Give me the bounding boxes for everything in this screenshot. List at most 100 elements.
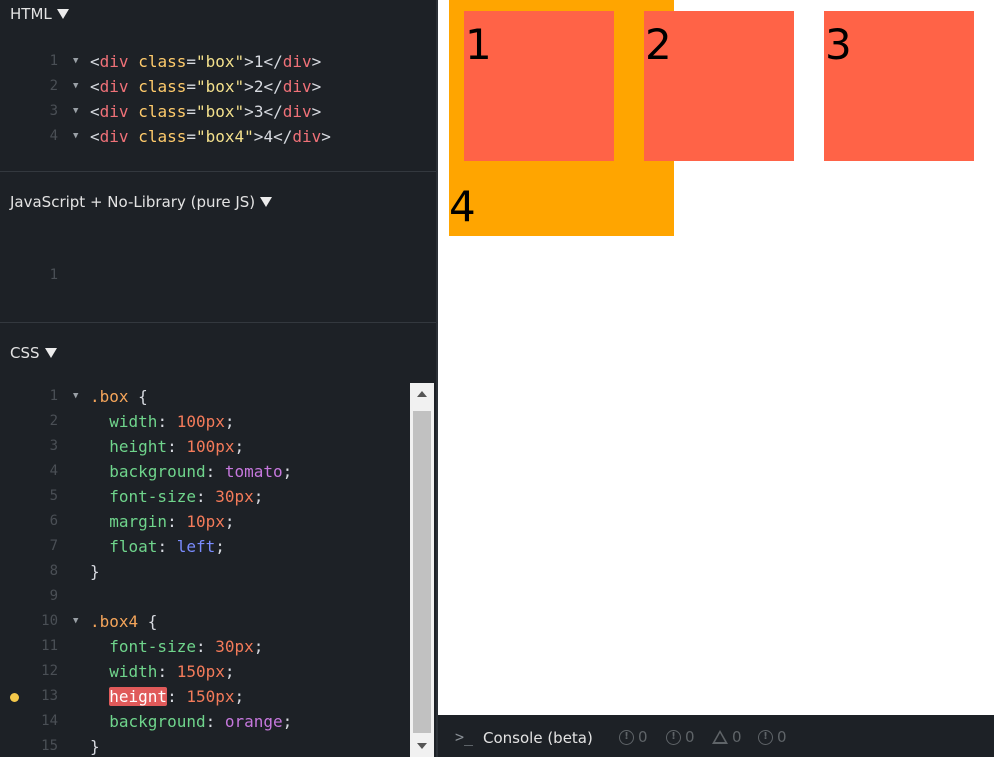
code-text: .box { xyxy=(90,384,148,409)
box-1: 1 xyxy=(464,11,614,161)
code-token: "box" xyxy=(196,77,245,96)
code-text: width: 100px; xyxy=(109,412,235,431)
caret-down-icon xyxy=(44,348,57,358)
line-number: 6 xyxy=(49,513,58,529)
code-token: 2 xyxy=(253,77,264,96)
code-text: background: tomato; xyxy=(109,462,293,481)
js-code-editor[interactable]: 1 xyxy=(0,238,436,283)
html-panel-title: HTML xyxy=(10,5,52,23)
css-value: left xyxy=(176,537,216,556)
css-property: height xyxy=(109,437,168,456)
code-token: </ xyxy=(263,102,283,121)
code-token: > xyxy=(244,102,254,121)
fold-arrow-icon[interactable]: ▼ xyxy=(73,384,78,409)
code-token: class xyxy=(138,127,187,146)
css-property: font-size xyxy=(109,637,196,656)
code-token: < xyxy=(90,127,100,146)
code-text: height: 100px; xyxy=(109,437,245,456)
html-panel-header[interactable]: HTML xyxy=(10,5,69,23)
code-text: } xyxy=(90,559,100,584)
code-token: </ xyxy=(263,52,283,71)
error-count[interactable]: ! 0 xyxy=(619,728,648,746)
box-label: 1 xyxy=(465,20,492,69)
error-count-value: 0 xyxy=(638,728,648,746)
code-text: <div class="box4">4</div> xyxy=(90,124,331,149)
css-property: heignt xyxy=(109,687,168,706)
css-code-editor[interactable]: 1 ▼ .box {2 width: 100px; 3 height: 100px; 4… xyxy=(0,384,410,757)
code-text: float: left; xyxy=(109,537,225,556)
line-number: 1 xyxy=(49,267,58,283)
code-token: 1 xyxy=(253,52,264,71)
code-token: "box4" xyxy=(196,127,254,146)
code-token: > xyxy=(253,127,264,146)
scroll-thumb[interactable] xyxy=(413,411,431,733)
info-count-value: 0 xyxy=(685,728,695,746)
error-icon: ! xyxy=(619,729,634,745)
fold-arrow-icon[interactable]: ▼ xyxy=(73,74,78,99)
css-panel-header[interactable]: CSS xyxy=(10,344,57,362)
line-number: 11 xyxy=(41,638,58,654)
code-line: 10 ▼ .box4 { xyxy=(0,609,410,634)
code-line: 2 width: 100px; xyxy=(0,409,410,434)
code-text: font-size: 30px; xyxy=(109,637,264,656)
info-count[interactable]: ! 0 xyxy=(666,728,695,746)
fold-arrow-icon[interactable]: ▼ xyxy=(73,609,78,634)
log-icon: ! xyxy=(758,729,773,745)
fold-arrow-icon[interactable]: ▼ xyxy=(73,99,78,124)
log-count[interactable]: ! 0 xyxy=(758,728,787,746)
css-scrollbar[interactable] xyxy=(410,383,434,757)
warning-count[interactable]: 0 xyxy=(712,728,742,746)
code-line: 12 width: 150px; xyxy=(0,659,410,684)
code-text: <div class="box">2</div> xyxy=(90,74,321,99)
caret-down-icon xyxy=(260,197,273,207)
code-token: class xyxy=(138,52,187,71)
scroll-down-icon[interactable] xyxy=(417,743,427,749)
code-text: margin: 10px; xyxy=(109,512,235,531)
code-token: < xyxy=(90,77,100,96)
code-text: .box4 { xyxy=(90,609,157,634)
code-line: 8} xyxy=(0,559,410,584)
info-icon: ! xyxy=(666,729,681,745)
code-line: 1 ▼ <div class="box">1</div> xyxy=(0,49,436,74)
panel-divider[interactable] xyxy=(0,171,436,172)
line-number: 8 xyxy=(49,563,58,579)
code-token: = xyxy=(186,102,196,121)
code-line: 4 background: tomato; xyxy=(0,459,410,484)
code-line: 4 ▼ <div class="box4">4</div> xyxy=(0,124,436,149)
code-line: 1 xyxy=(0,238,436,283)
code-line: 3 ▼ <div class="box">3</div> xyxy=(0,99,436,124)
code-token: > xyxy=(244,52,254,71)
css-value: tomato xyxy=(224,462,283,481)
console-label[interactable]: Console (beta) xyxy=(483,729,593,747)
panel-divider[interactable] xyxy=(0,322,436,323)
box4-label: 4 xyxy=(449,182,476,231)
css-panel-title: CSS xyxy=(10,344,40,362)
line-number: 9 xyxy=(49,588,58,604)
warning-count-value: 0 xyxy=(732,728,742,746)
code-token: 4 xyxy=(263,127,274,146)
scroll-up-icon[interactable] xyxy=(417,391,427,397)
fold-arrow-icon[interactable]: ▼ xyxy=(73,49,78,74)
console-bar[interactable]: >_ Console (beta) ! 0 ! 0 0 ! 0 xyxy=(438,715,994,757)
code-token: } xyxy=(90,562,100,581)
code-line: 5 font-size: 30px; xyxy=(0,484,410,509)
code-token: div xyxy=(99,77,129,96)
js-panel-header[interactable]: JavaScript + No-Library (pure JS) xyxy=(10,193,273,211)
code-token: class xyxy=(138,102,187,121)
js-panel-title: JavaScript + No-Library (pure JS) xyxy=(10,193,256,211)
warning-icon xyxy=(712,730,728,744)
code-token: { xyxy=(128,387,148,406)
code-token: </ xyxy=(273,127,293,146)
code-token: </ xyxy=(263,77,283,96)
code-text: heignt: 150px; xyxy=(109,687,245,706)
code-token: < xyxy=(90,102,100,121)
css-selector: .box4 xyxy=(90,612,139,631)
css-property: float xyxy=(109,537,158,556)
html-code-editor[interactable]: 1 ▼ <div class="box">1</div> 2 ▼ <div class="… xyxy=(0,49,436,149)
line-number: 13 xyxy=(41,688,58,704)
line-number: 2 xyxy=(49,78,58,94)
code-text: <div class="box">3</div> xyxy=(90,99,321,124)
box-2: 2 xyxy=(644,11,794,161)
line-number: 12 xyxy=(41,663,58,679)
fold-arrow-icon[interactable]: ▼ xyxy=(73,124,78,149)
